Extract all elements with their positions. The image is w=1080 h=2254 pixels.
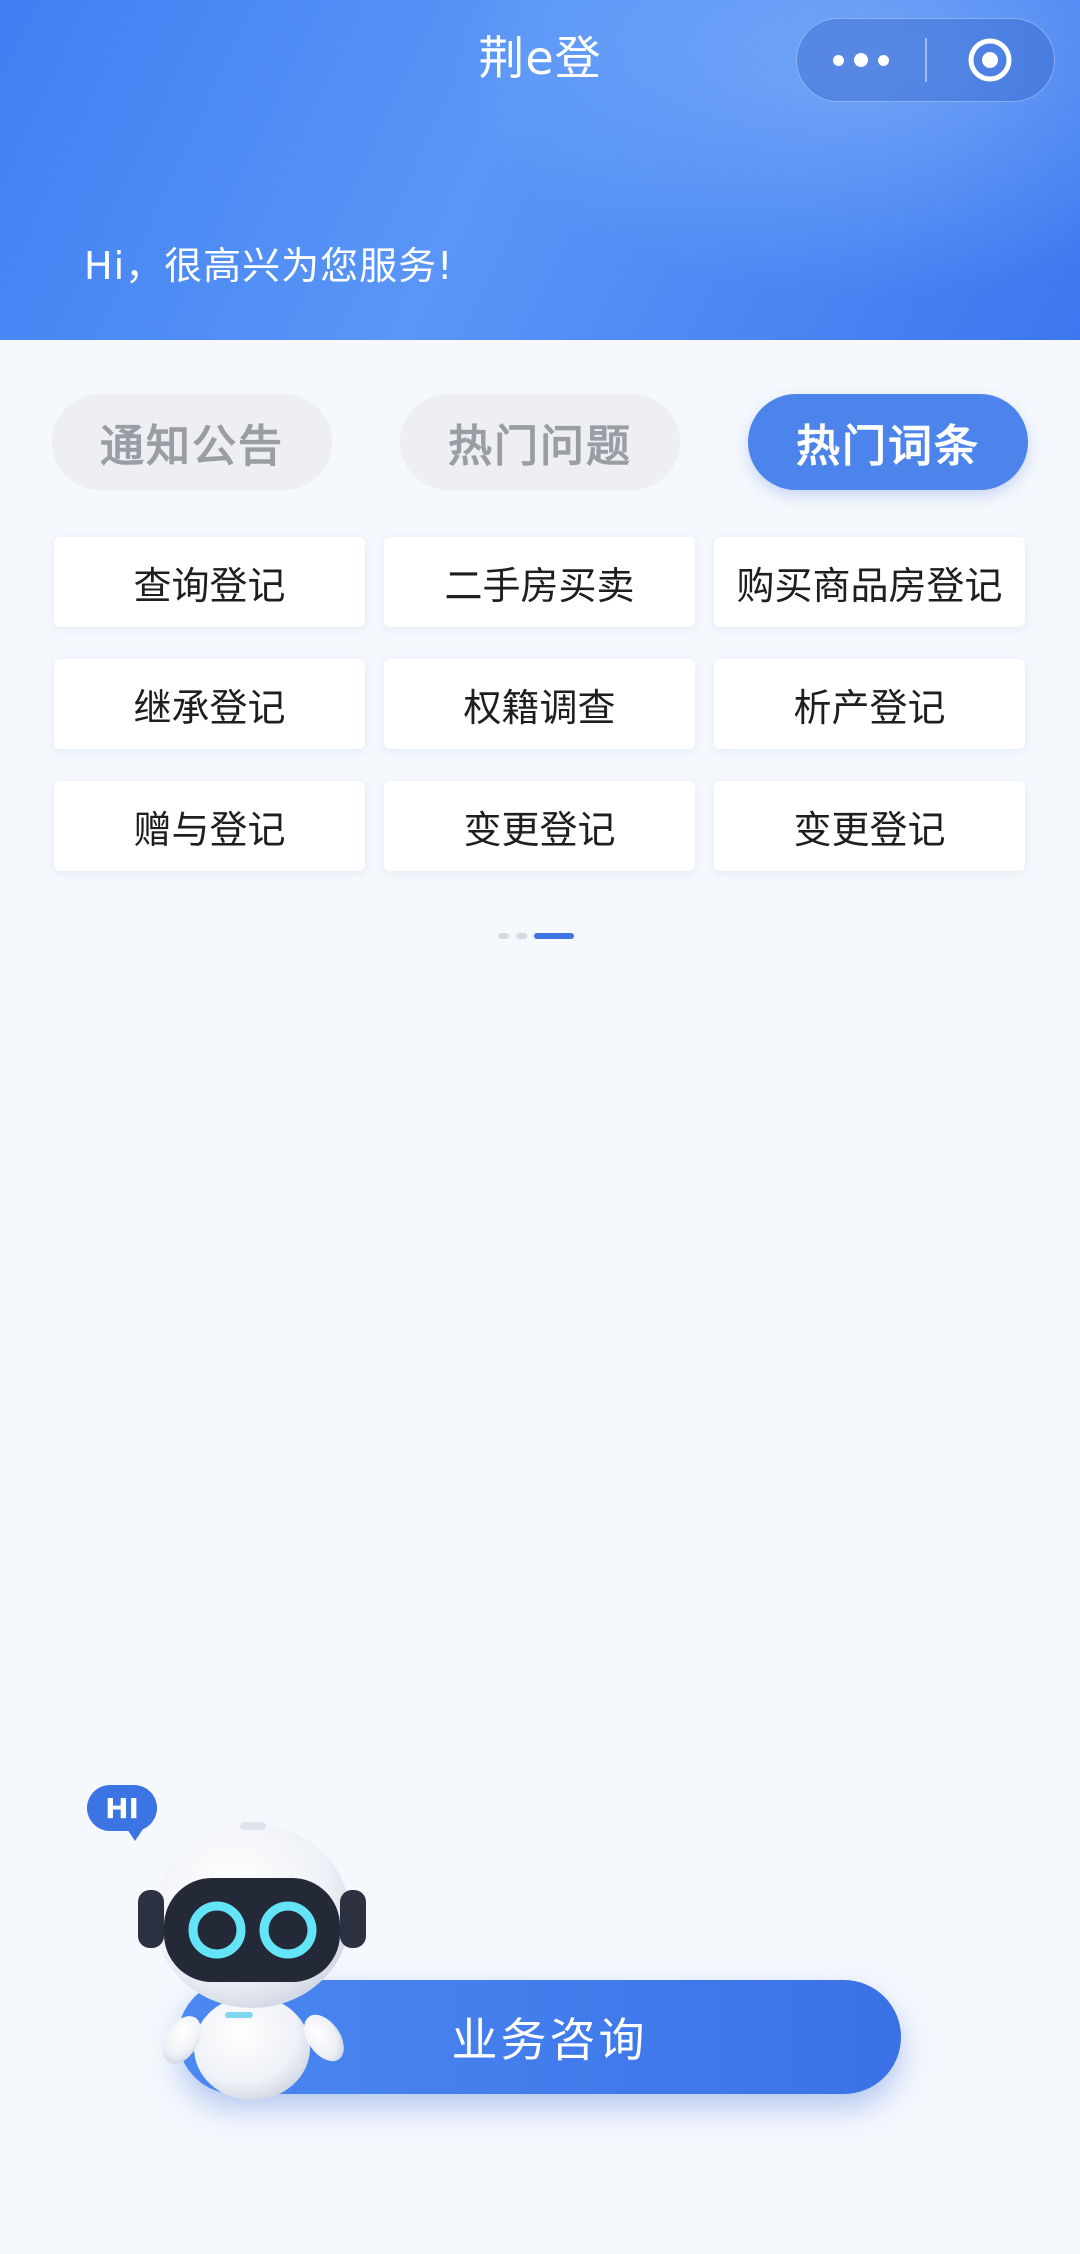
- page-dot[interactable]: [516, 933, 527, 939]
- page-dot-active[interactable]: [534, 933, 574, 939]
- category-tabs: 通知公告 热门问题 热门词条: [52, 394, 1028, 490]
- keyword-item[interactable]: 购买商品房登记: [714, 537, 1025, 627]
- keyword-item[interactable]: 查询登记: [54, 537, 365, 627]
- page-indicator: [498, 933, 574, 939]
- keyword-item[interactable]: 继承登记: [54, 659, 365, 749]
- more-button[interactable]: [797, 19, 925, 101]
- keyword-item[interactable]: 赠与登记: [54, 781, 365, 871]
- tab-hot-keywords[interactable]: 热门词条: [748, 394, 1028, 490]
- tab-hot-questions[interactable]: 热门问题: [400, 394, 680, 490]
- page-dot[interactable]: [498, 933, 509, 939]
- keyword-item[interactable]: 变更登记: [714, 781, 1025, 871]
- header: 荆e登 Hi，很高兴为您服务!: [0, 0, 1080, 340]
- keyword-grid: 查询登记 二手房买卖 购买商品房登记 继承登记 权籍调查 析产登记 赠与登记 变…: [54, 537, 1026, 871]
- more-dots-icon: [833, 54, 844, 66]
- keyword-item[interactable]: 权籍调查: [384, 659, 695, 749]
- tab-notices[interactable]: 通知公告: [52, 394, 332, 490]
- target-close-icon: [968, 38, 1012, 82]
- miniprogram-capsule: [796, 18, 1055, 102]
- greeting-text: Hi，很高兴为您服务!: [84, 244, 454, 288]
- robot-mascot-icon[interactable]: [130, 1780, 380, 2110]
- hi-badge: HI: [87, 1785, 157, 1841]
- page: 荆e登 Hi，很高兴为您服务! 通知公告 热门问题 热门词条 查询登记 二手房买…: [0, 0, 1080, 2254]
- close-button[interactable]: [927, 19, 1055, 101]
- keyword-item[interactable]: 析产登记: [714, 659, 1025, 749]
- consult-button-label: 业务咨询: [451, 2013, 648, 2067]
- keyword-item[interactable]: 变更登记: [384, 781, 695, 871]
- keyword-item[interactable]: 二手房买卖: [384, 537, 695, 627]
